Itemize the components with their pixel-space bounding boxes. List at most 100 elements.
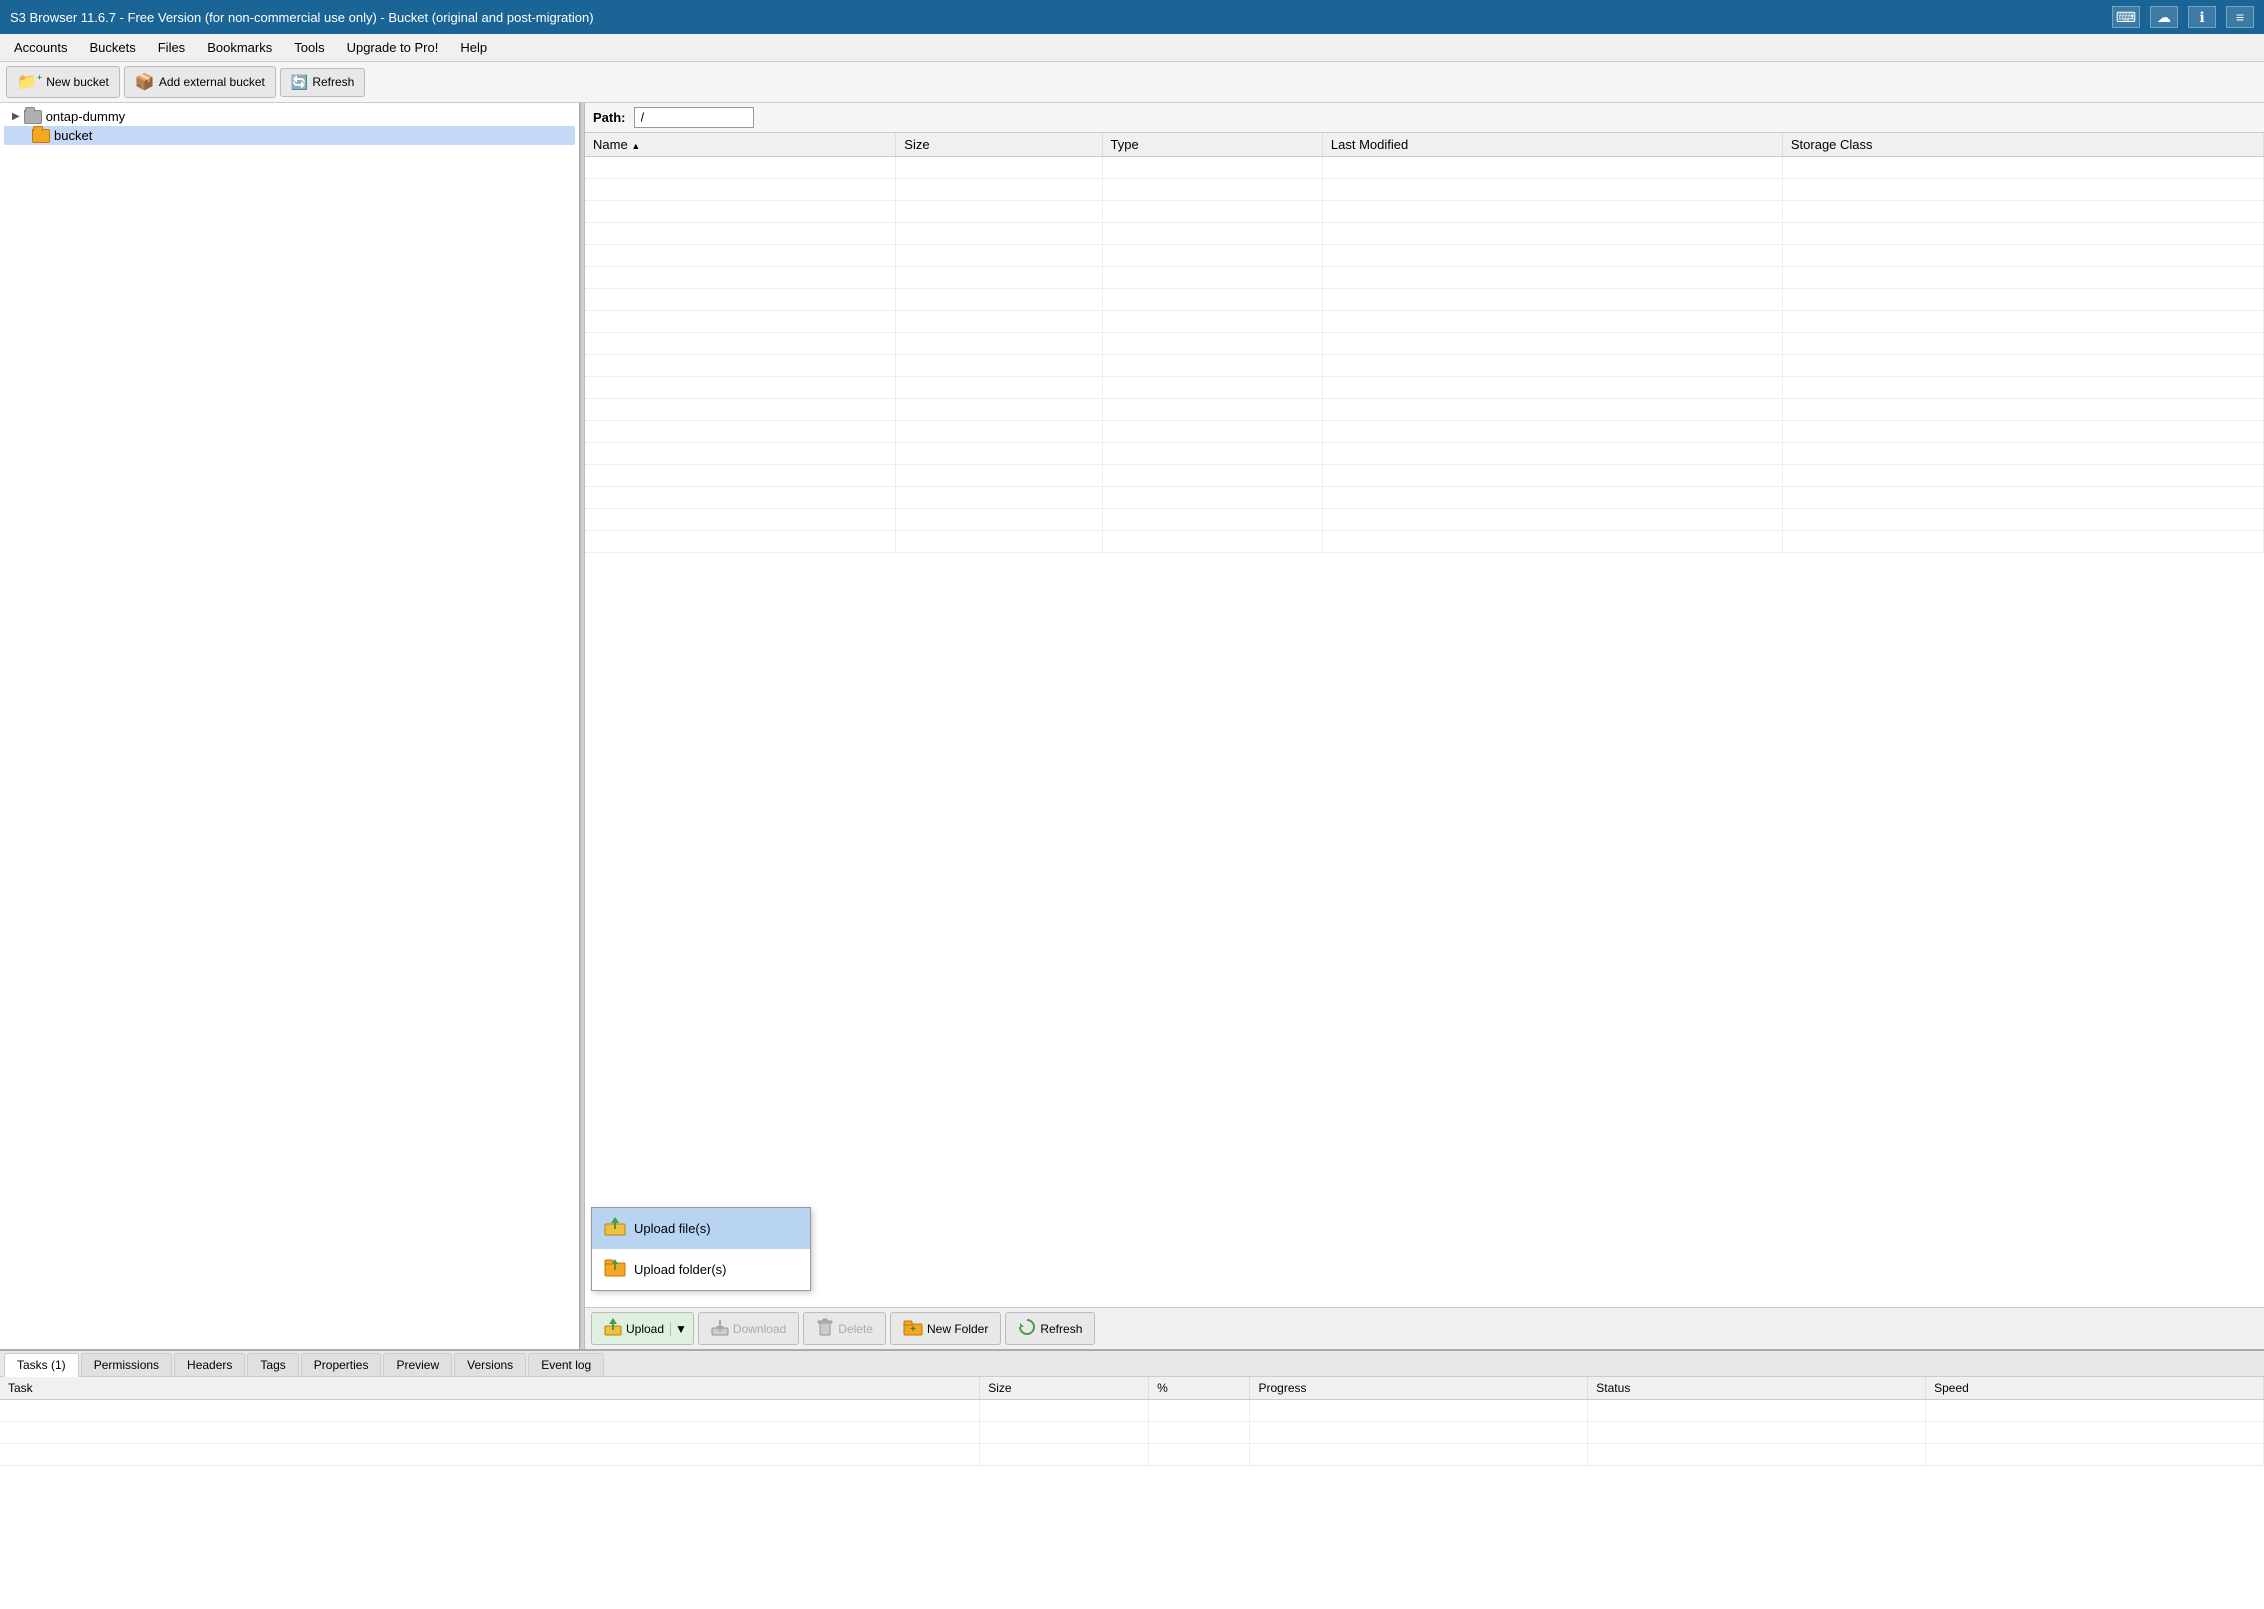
bottom-refresh-label: Refresh [1040, 1322, 1082, 1336]
col-name: Name ▲ [585, 133, 896, 157]
tab-bar: Tasks (1) Permissions Headers Tags Prope… [0, 1351, 2264, 1377]
upload-files-menu-item[interactable]: Upload file(s) [592, 1208, 810, 1249]
path-input[interactable]: / [634, 107, 754, 128]
right-panel: Path: / Name ▲ Size Type Last Modified S… [585, 103, 2264, 1349]
path-bar: Path: / [585, 103, 2264, 133]
table-row [585, 157, 2264, 179]
col-size: Size [896, 133, 1102, 157]
tab-headers[interactable]: Headers [174, 1353, 245, 1376]
main-toolbar: 📁+ New bucket 📦 Add external bucket 🔄 Re… [0, 62, 2264, 103]
table-row [585, 421, 2264, 443]
refresh-button[interactable]: 🔄 Refresh [280, 68, 365, 97]
upload-file-icon [604, 1216, 626, 1241]
new-bucket-label: New bucket [46, 75, 109, 89]
table-row [585, 531, 2264, 553]
table-row [585, 245, 2264, 267]
delete-button[interactable]: Delete [803, 1312, 886, 1345]
tabs-area: Tasks (1) Permissions Headers Tags Prope… [0, 1349, 2264, 1609]
table-row [585, 355, 2264, 377]
tree-label-bucket: bucket [54, 128, 92, 143]
table-row [585, 487, 2264, 509]
table-row [0, 1422, 2264, 1444]
title-bar: S3 Browser 11.6.7 - Free Version (for no… [0, 0, 2264, 34]
download-button[interactable]: Download [698, 1312, 799, 1345]
menu-buckets[interactable]: Buckets [79, 36, 145, 59]
table-row [585, 267, 2264, 289]
tab-versions[interactable]: Versions [454, 1353, 526, 1376]
upload-folders-label: Upload folder(s) [634, 1262, 727, 1277]
table-row [585, 223, 2264, 245]
path-label: Path: [593, 110, 626, 125]
refresh-icon: 🔄 [291, 74, 308, 91]
table-row [585, 179, 2264, 201]
folder-icon-gray [24, 110, 42, 124]
table-row [585, 399, 2264, 421]
table-row [585, 377, 2264, 399]
tree-label-ontap-dummy: ontap-dummy [46, 109, 125, 124]
menu-tools[interactable]: Tools [284, 36, 334, 59]
tab-permissions[interactable]: Permissions [81, 1353, 172, 1376]
info-icon[interactable]: ℹ [2188, 6, 2216, 28]
file-table: Name ▲ Size Type Last Modified Storage C… [585, 133, 2264, 1307]
table-row [585, 333, 2264, 355]
col-last-modified: Last Modified [1322, 133, 1782, 157]
add-external-icon: 📦 [135, 72, 155, 92]
menu-accounts[interactable]: Accounts [4, 36, 77, 59]
col-type: Type [1102, 133, 1322, 157]
tasks-col-task: Task [0, 1377, 980, 1400]
menu-bar: Accounts Buckets Files Bookmarks Tools U… [0, 34, 2264, 62]
table-row [0, 1444, 2264, 1466]
new-folder-label: New Folder [927, 1322, 988, 1336]
new-folder-button[interactable]: + New Folder [890, 1312, 1001, 1345]
tasks-col-status: Status [1588, 1377, 1926, 1400]
table-row [585, 289, 2264, 311]
table-row [585, 465, 2264, 487]
upload-label: Upload [626, 1322, 664, 1336]
tab-event-log[interactable]: Event log [528, 1353, 604, 1376]
menu-help[interactable]: Help [450, 36, 497, 59]
tab-tags[interactable]: Tags [247, 1353, 298, 1376]
add-external-bucket-button[interactable]: 📦 Add external bucket [124, 66, 276, 98]
download-label: Download [733, 1322, 786, 1336]
add-external-label: Add external bucket [159, 75, 265, 89]
tab-properties[interactable]: Properties [301, 1353, 382, 1376]
new-bucket-button[interactable]: 📁+ New bucket [6, 66, 120, 98]
tasks-col-progress: Progress [1250, 1377, 1588, 1400]
tasks-col-size: Size [980, 1377, 1149, 1400]
menu-upgrade[interactable]: Upgrade to Pro! [337, 36, 449, 59]
refresh-label: Refresh [312, 75, 354, 89]
tree-item-bucket[interactable]: bucket [4, 126, 575, 145]
menu-files[interactable]: Files [148, 36, 195, 59]
app-title: S3 Browser 11.6.7 - Free Version (for no… [10, 10, 594, 25]
tab-tasks[interactable]: Tasks (1) [4, 1353, 79, 1377]
tree-item-ontap-dummy[interactable]: ▶ ontap-dummy [4, 107, 575, 126]
cloud-icon[interactable]: ☁ [2150, 6, 2178, 28]
upload-files-label: Upload file(s) [634, 1221, 711, 1236]
new-bucket-icon: 📁+ [17, 72, 42, 92]
tab-preview[interactable]: Preview [383, 1353, 452, 1376]
upload-folder-icon [604, 1257, 626, 1282]
tree-view: ▶ ontap-dummy bucket [0, 103, 579, 1349]
tab-content: Task Size % Progress Status Speed [0, 1377, 2264, 1609]
files-list: Name ▲ Size Type Last Modified Storage C… [585, 133, 2264, 553]
upload-button[interactable]: Upload ▼ [591, 1312, 694, 1345]
folder-icon-orange [32, 129, 50, 143]
bottom-refresh-button[interactable]: Refresh [1005, 1312, 1095, 1345]
left-panel: ▶ ontap-dummy bucket [0, 103, 580, 1349]
upload-dropdown-menu: Upload file(s) Upload folder(s) [591, 1207, 811, 1291]
upload-dropdown-arrow[interactable]: ▼ [670, 1322, 691, 1336]
title-bar-icons: ⌨ ☁ ℹ ≡ [2112, 6, 2254, 28]
upload-folders-menu-item[interactable]: Upload folder(s) [592, 1249, 810, 1290]
table-row [0, 1400, 2264, 1422]
menu-bookmarks[interactable]: Bookmarks [197, 36, 282, 59]
bottom-toolbar: Upload ▼ Download [585, 1307, 2264, 1349]
col-storage-class: Storage Class [1782, 133, 2263, 157]
list-icon[interactable]: ≡ [2226, 6, 2254, 28]
main-area: ▶ ontap-dummy bucket Path: / [0, 103, 2264, 1349]
svg-text:+: + [910, 1324, 916, 1335]
table-row [585, 201, 2264, 223]
delete-label: Delete [838, 1322, 873, 1336]
tasks-col-percent: % [1149, 1377, 1250, 1400]
keyboard-icon[interactable]: ⌨ [2112, 6, 2140, 28]
tasks-col-speed: Speed [1926, 1377, 2264, 1400]
